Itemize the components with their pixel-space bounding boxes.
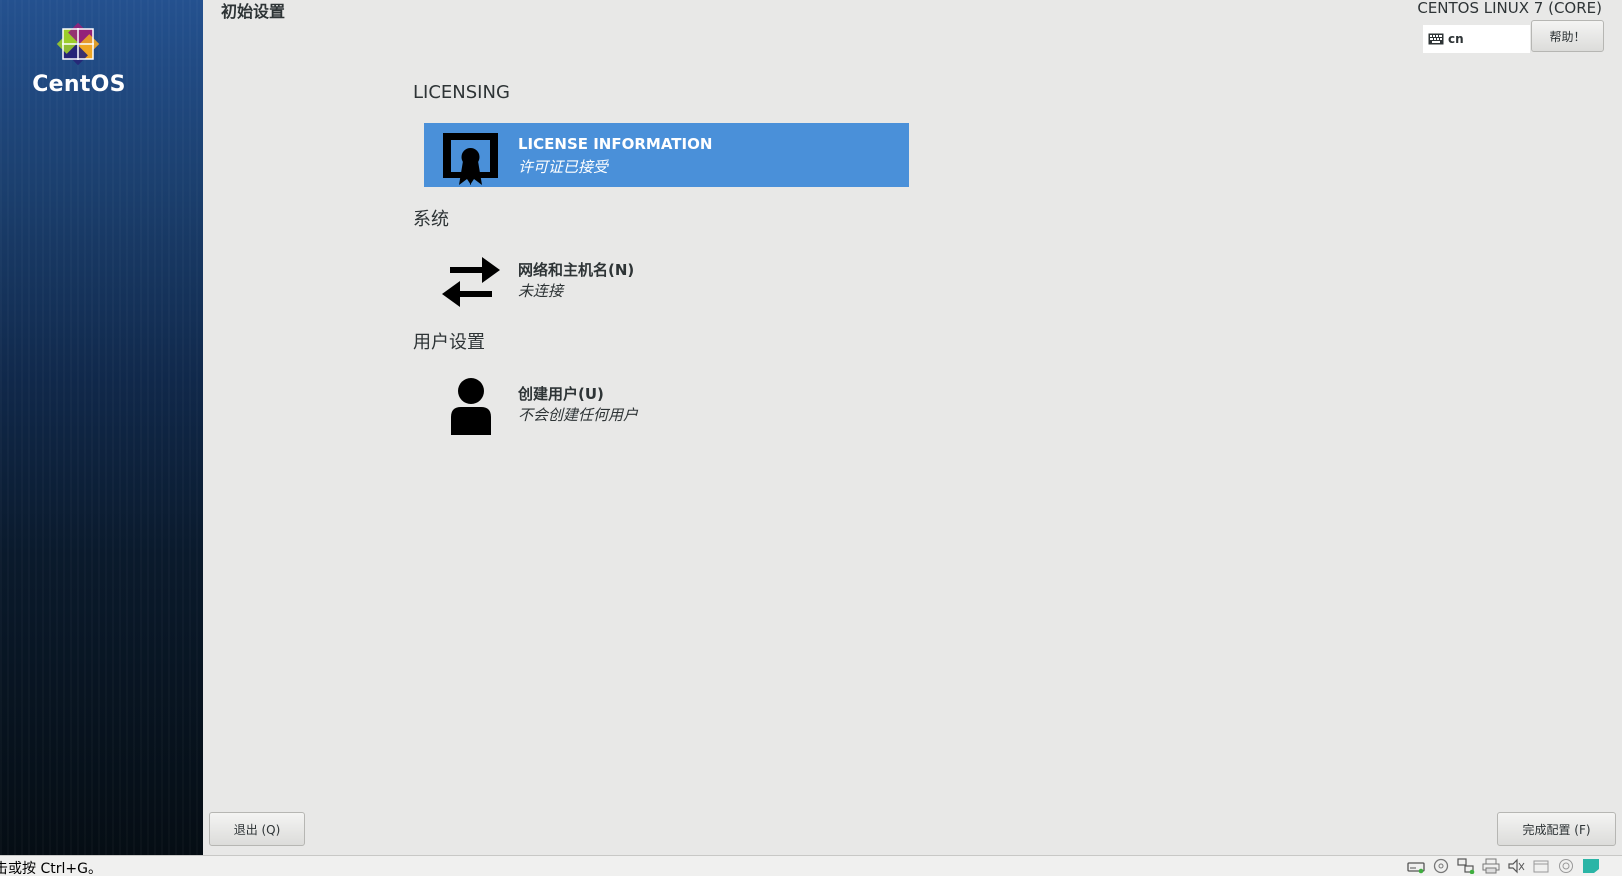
keyboard-icon xyxy=(1428,33,1444,45)
section-heading-system: 系统 xyxy=(413,209,449,230)
centos-logo-icon xyxy=(56,22,100,66)
spoke-network-hostname[interactable]: 网络和主机名(N) 未连接 xyxy=(424,247,909,311)
spoke-status: 未连接 xyxy=(518,282,564,300)
initial-setup-window: CentOS 初始设置 CENTOS LINUX 7 (CORE) cn 帮助！… xyxy=(0,0,1622,876)
device-tray xyxy=(1407,858,1600,874)
spoke-license-information[interactable]: LICENSE INFORMATION 许可证已接受 xyxy=(424,123,909,187)
status-hint: 击或按 Ctrl+G。 xyxy=(0,861,102,876)
section-heading-licensing: LICENSING xyxy=(413,82,510,103)
spoke-title: 网络和主机名(N) xyxy=(518,261,635,279)
optical-disc-icon[interactable] xyxy=(1432,858,1450,874)
quit-button[interactable]: 退出 (Q) xyxy=(209,812,305,846)
sound-icon[interactable] xyxy=(1507,858,1525,874)
usb-box-icon[interactable] xyxy=(1532,858,1550,874)
message-icon[interactable] xyxy=(1582,858,1600,874)
printer-icon[interactable] xyxy=(1482,858,1500,874)
spoke-create-user[interactable]: 创建用户(U) 不会创建任何用户 xyxy=(424,371,909,435)
spoke-title: LICENSE INFORMATION xyxy=(518,135,713,153)
spoke-status: 许可证已接受 xyxy=(518,158,609,176)
finish-configuration-button[interactable]: 完成配置 (F) xyxy=(1497,812,1616,846)
user-icon xyxy=(451,378,491,435)
network-arrows-icon xyxy=(442,257,500,307)
vm-status-bar: 击或按 Ctrl+G。 xyxy=(0,855,1622,876)
keyboard-layout-label: cn xyxy=(1448,32,1464,46)
spoke-status: 不会创建任何用户 xyxy=(518,406,639,424)
keyboard-layout-indicator[interactable]: cn xyxy=(1423,25,1530,53)
display-icon[interactable] xyxy=(1557,858,1575,874)
page-title: 初始设置 xyxy=(221,2,286,21)
spoke-title: 创建用户(U) xyxy=(518,385,604,403)
sidebar: CentOS xyxy=(0,0,203,855)
license-certificate-icon xyxy=(443,133,498,185)
brand-name: CentOS xyxy=(32,72,126,97)
help-button[interactable]: 帮助！ xyxy=(1531,20,1604,52)
sidebar-texture xyxy=(0,0,203,855)
section-heading-user-settings: 用户设置 xyxy=(413,332,485,353)
hard-disk-icon[interactable] xyxy=(1407,858,1425,874)
network-adapter-icon[interactable] xyxy=(1457,858,1475,874)
product-name: CENTOS LINUX 7 (CORE) xyxy=(1417,0,1602,17)
